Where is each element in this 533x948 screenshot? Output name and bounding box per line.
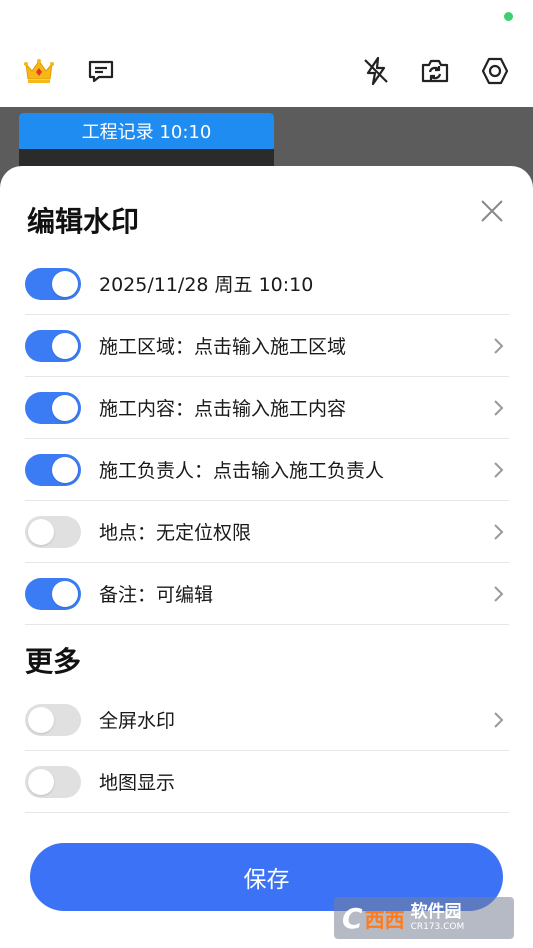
flash-off-icon[interactable]	[357, 52, 395, 90]
toggle-remark[interactable]	[25, 577, 81, 610]
row-label: 全屏水印	[99, 710, 176, 732]
row-construction-manager[interactable]: 施工负责人：点击输入施工负责人	[25, 439, 509, 501]
row-location[interactable]: 地点：无定位权限	[25, 501, 509, 563]
row-construction-area[interactable]: 施工区域：点击输入施工区域	[25, 315, 509, 377]
site-watermark-logo: C 西西 软件园 CR173.COM	[334, 897, 514, 939]
chevron-right-icon	[491, 710, 507, 730]
close-button[interactable]	[477, 196, 507, 226]
row-remark[interactable]: 备注：可编辑	[25, 563, 509, 625]
toggle-construction-area[interactable]	[25, 329, 81, 362]
row-label: 2025/11/28 周五 10:10	[99, 274, 314, 296]
row-label: 施工区域：点击输入施工区域	[99, 336, 347, 358]
settings-icon[interactable]	[476, 52, 514, 90]
chevron-right-icon	[491, 522, 507, 542]
row-map-display[interactable]: 地图显示	[25, 751, 509, 813]
chevron-right-icon	[491, 584, 507, 604]
edit-watermark-sheet: 编辑水印 2025/11/28 周五 10:10 施工区域：点击输入施工区域 施…	[0, 166, 533, 948]
sheet-title: 编辑水印	[27, 205, 140, 238]
toggle-location[interactable]	[25, 515, 81, 548]
status-indicator-dot	[504, 12, 513, 21]
chevron-right-icon	[491, 398, 507, 418]
toggle-fullscreen-watermark[interactable]	[25, 703, 81, 736]
chevron-right-icon	[491, 336, 507, 356]
chevron-right-icon	[491, 460, 507, 480]
crown-icon[interactable]	[20, 52, 58, 90]
section-title-more: 更多	[25, 645, 82, 678]
toggle-construction-content[interactable]	[25, 391, 81, 424]
row-label: 施工内容：点击输入施工内容	[99, 398, 347, 420]
toggle-construction-manager[interactable]	[25, 453, 81, 486]
camera-toolbar	[0, 0, 533, 107]
row-fullscreen-watermark[interactable]: 全屏水印	[25, 689, 509, 751]
row-datetime[interactable]: 2025/11/28 周五 10:10	[25, 253, 509, 315]
toggle-datetime[interactable]	[25, 267, 81, 300]
row-construction-content[interactable]: 施工内容：点击输入施工内容	[25, 377, 509, 439]
row-label: 地点：无定位权限	[99, 522, 252, 544]
row-label: 施工负责人：点击输入施工负责人	[99, 460, 385, 482]
watermark-card-title: 工程记录 10:10	[19, 113, 274, 149]
row-label: 备注：可编辑	[99, 584, 214, 606]
close-icon	[481, 200, 503, 222]
message-icon[interactable]	[82, 52, 120, 90]
toggle-map-display[interactable]	[25, 765, 81, 798]
camera-switch-icon[interactable]	[416, 52, 454, 90]
watermark-preview-card[interactable]: 工程记录 10:10	[19, 113, 274, 173]
row-label: 地图显示	[99, 772, 176, 794]
